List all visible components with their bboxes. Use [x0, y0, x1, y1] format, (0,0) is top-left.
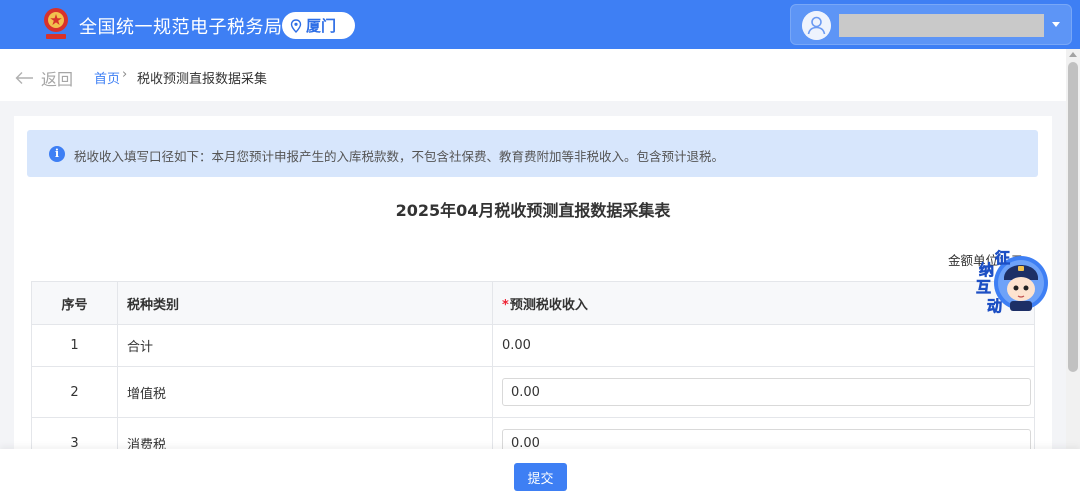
breadcrumb-bar: 返回 首页 › 税收预测直报数据采集 [0, 49, 1066, 101]
mascot-char-4: 动 [987, 297, 1002, 315]
info-icon: i [49, 146, 65, 162]
submit-button[interactable]: 提交 [514, 463, 567, 491]
row-tax-type: 合计 [117, 324, 493, 367]
city-name: 厦门 [306, 17, 337, 35]
column-header-amount-label: 预测税收收入 [509, 297, 588, 313]
vat-amount-input[interactable] [502, 378, 1031, 406]
user-avatar-icon [802, 11, 831, 40]
table-header-row: 序号 税种类别 *预测税收收入 [31, 281, 1035, 325]
breadcrumb-separator: › [122, 67, 128, 82]
city-selector[interactable]: 厦门 [282, 12, 355, 39]
footer-bar: 提交 [0, 449, 1080, 504]
user-name-redacted [839, 14, 1044, 37]
notice-text: 税收收入填写口径如下：本月您预计申报产生的入库税款数，不包含社保费、教育费附加等… [74, 149, 725, 164]
row-index: 2 [31, 366, 118, 418]
tax-forecast-table: 序号 税种类别 *预测税收收入 1 合计 0.00 2 增值税 3 消费税 [31, 281, 1035, 469]
form-title: 2025年04月税收预测直报数据采集表 [395, 201, 671, 220]
column-header-amount: *预测税收收入 [492, 281, 1035, 325]
breadcrumb-home-link[interactable]: 首页 [94, 68, 120, 87]
column-header-index: 序号 [31, 281, 118, 325]
required-mark: * [502, 297, 509, 313]
chevron-down-icon[interactable] [1052, 22, 1060, 27]
top-header: 全国统一规范电子税务局 厦门 [0, 0, 1080, 49]
table-row: 2 增值税 [31, 366, 1035, 418]
back-label: 返回 [41, 70, 74, 89]
notice-banner: i 税收收入填写口径如下：本月您预计申报产生的入库税款数，不包含社保费、教育费附… [27, 130, 1038, 177]
row-total-amount: 0.00 [492, 324, 1035, 367]
breadcrumb-current: 税收预测直报数据采集 [137, 72, 268, 87]
interaction-mascot-widget[interactable]: 征 纳 互 动 [974, 247, 1050, 319]
arrow-left-icon [15, 72, 33, 84]
mascot-char-2: 纳 [979, 261, 994, 279]
national-emblem-icon [44, 8, 68, 39]
scrollbar-thumb[interactable] [1068, 62, 1078, 372]
row-amount-cell [492, 366, 1035, 418]
mascot-char-3: 互 [976, 278, 991, 296]
row-tax-type: 增值税 [117, 366, 493, 418]
back-button[interactable]: 返回 [15, 66, 73, 90]
mascot-char-1: 征 [995, 249, 1010, 267]
column-header-tax-type: 税种类别 [117, 281, 493, 325]
row-index: 1 [31, 324, 118, 367]
table-row: 1 合计 0.00 [31, 324, 1035, 367]
location-pin-icon [290, 18, 302, 33]
user-menu[interactable] [790, 4, 1072, 45]
site-title: 全国统一规范电子税务局 [79, 17, 283, 38]
scroll-up-arrow-icon[interactable] [1069, 52, 1077, 57]
